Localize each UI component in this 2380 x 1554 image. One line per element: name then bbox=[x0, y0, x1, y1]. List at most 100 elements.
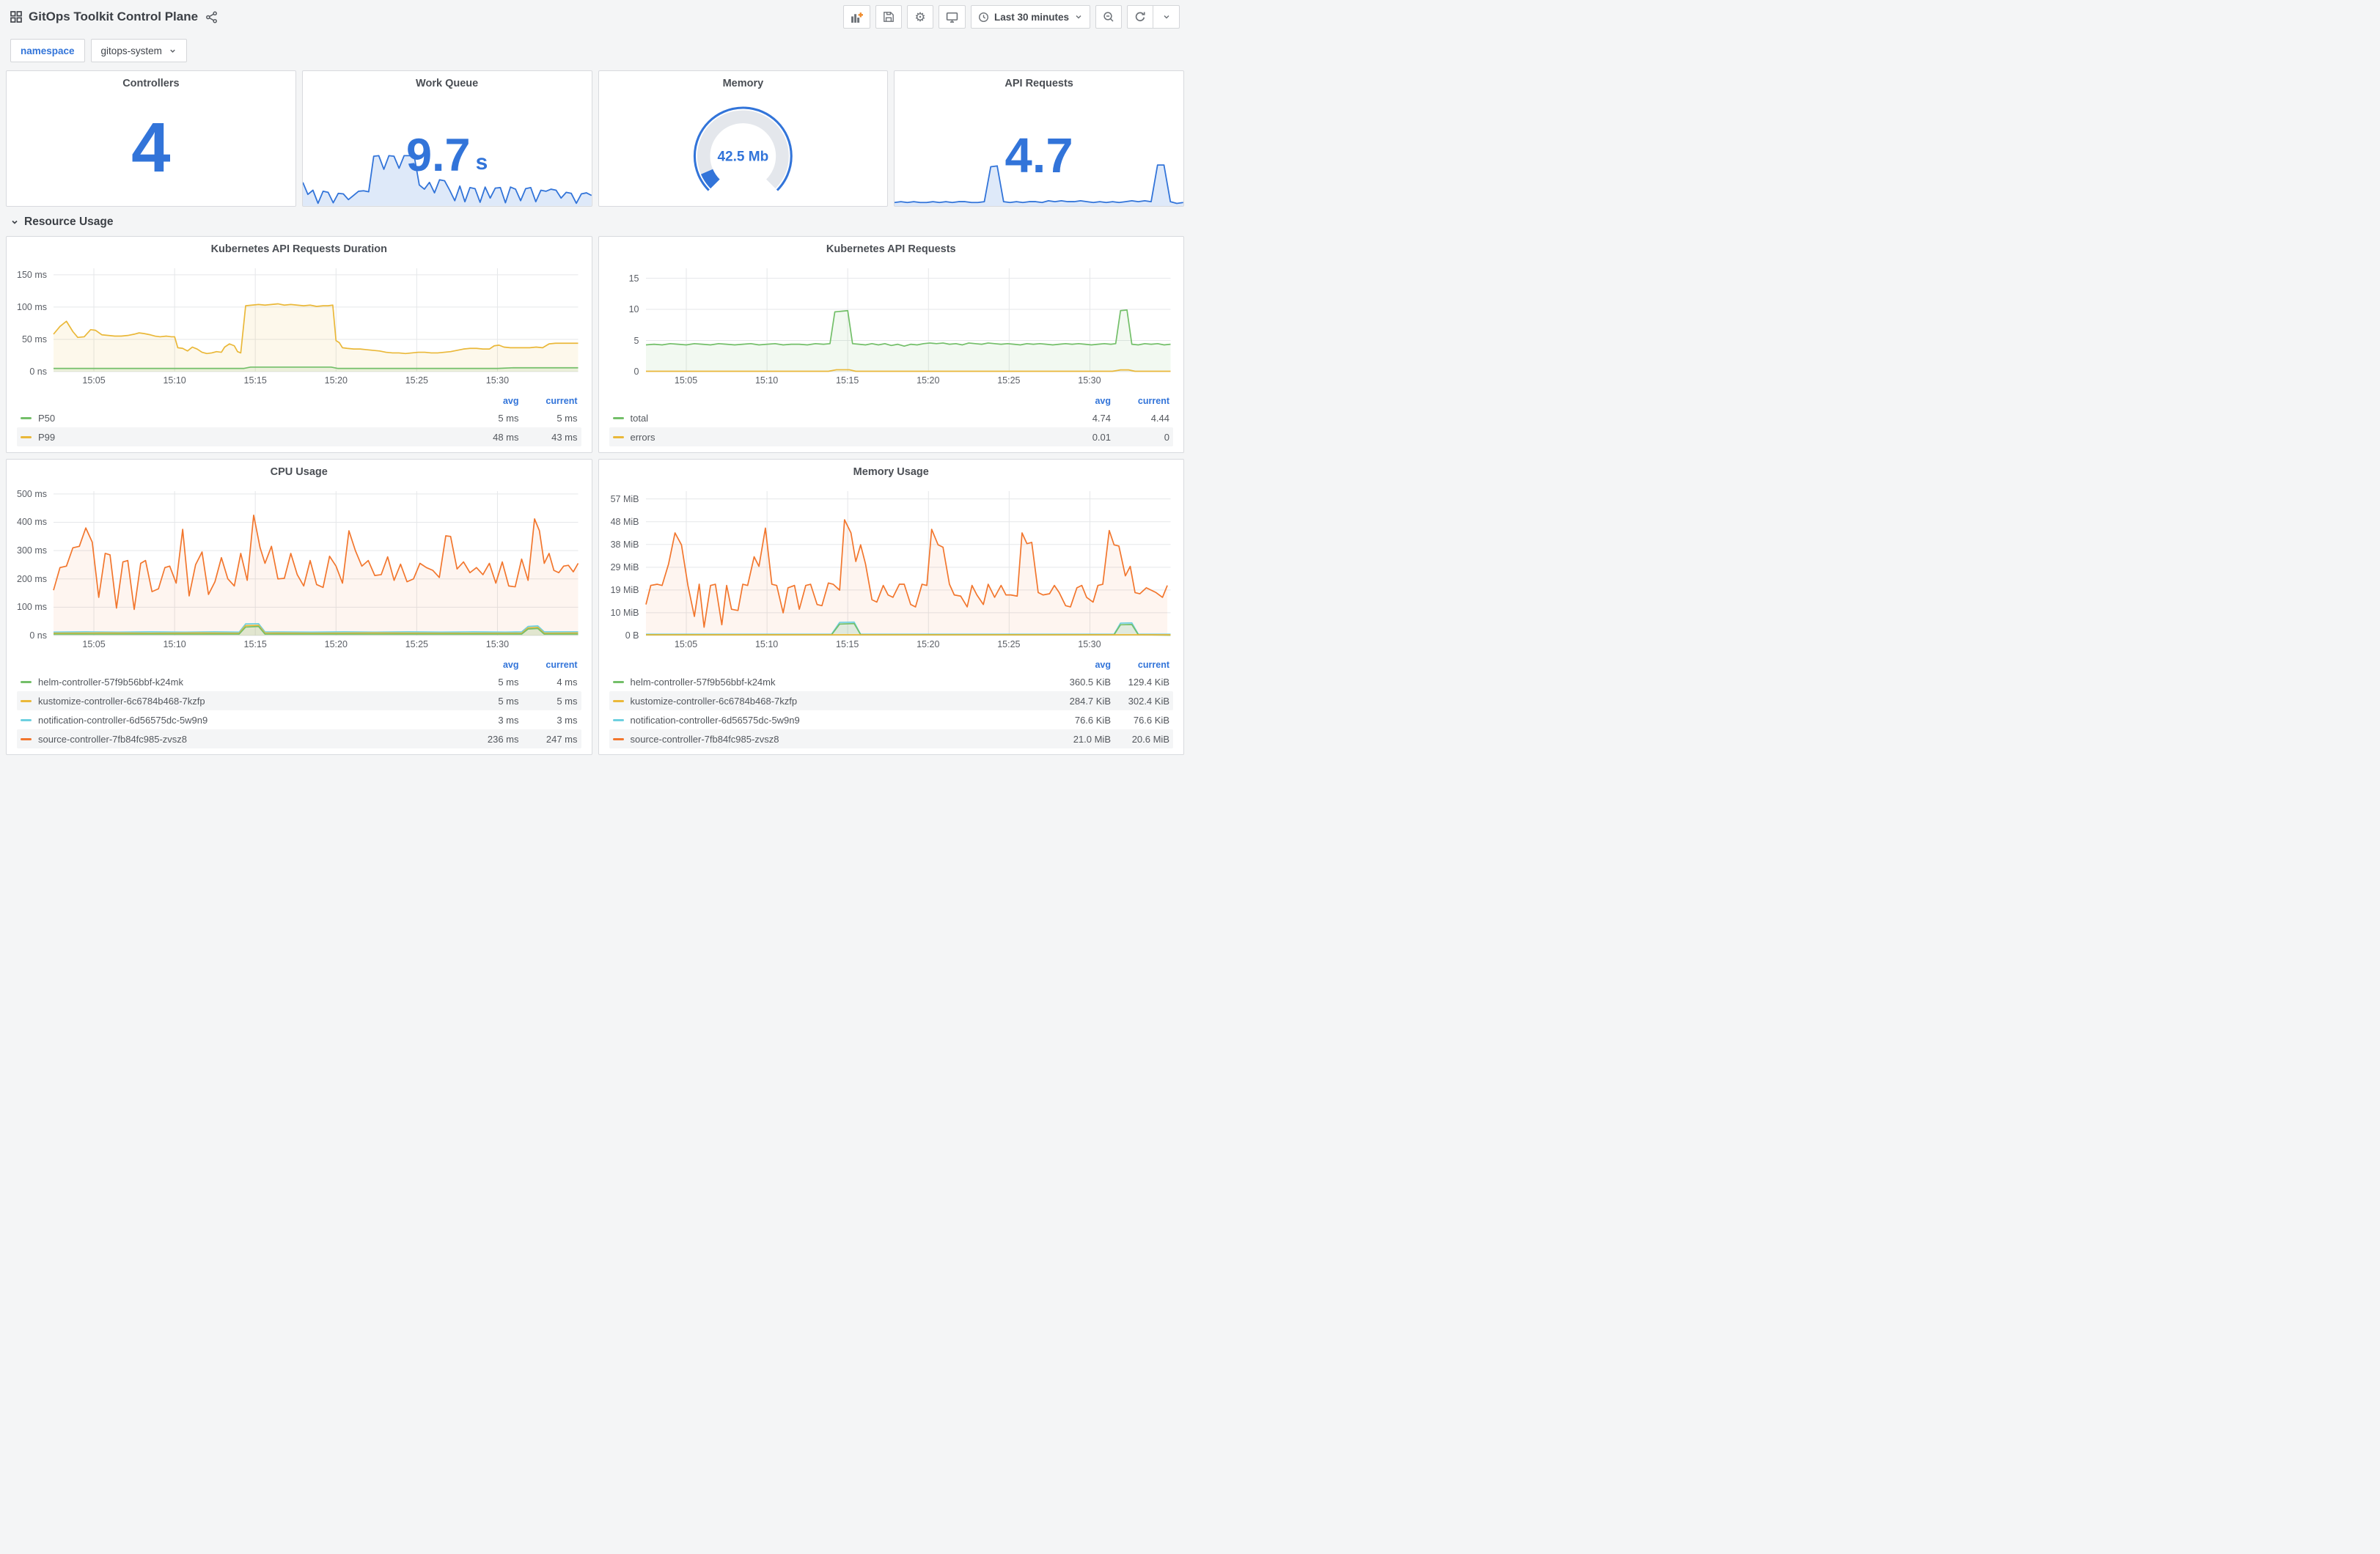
x-tick-label: 15:05 bbox=[674, 375, 698, 386]
legend-series-name[interactable]: notification-controller-6d56575dc-5w9n9 bbox=[631, 715, 1059, 726]
variable-label-namespace: namespace bbox=[10, 39, 85, 62]
dashboard-grid-icon[interactable] bbox=[10, 11, 22, 23]
legend-col-avg[interactable]: avg bbox=[1058, 660, 1111, 670]
stats-row: Controllers 4 Work Queue 9.7 s Memory 42… bbox=[0, 70, 1190, 207]
legend-current-value: 43 ms bbox=[551, 431, 578, 443]
panel-title[interactable]: Memory Usage bbox=[608, 460, 1175, 478]
x-tick-label: 15:25 bbox=[997, 375, 1021, 386]
legend-col-current[interactable]: current bbox=[519, 396, 577, 406]
x-tick-label: 15:15 bbox=[836, 639, 859, 649]
legend-row: source-controller-7fb84fc985-zvsz8 236 ms… bbox=[17, 729, 581, 748]
x-tick-label: 15:05 bbox=[674, 639, 698, 649]
chevron-down-icon bbox=[1163, 15, 1169, 19]
legend-series-name[interactable]: P99 bbox=[38, 432, 466, 443]
legend-series-name[interactable]: helm-controller-57f9b56bbf-k24mk bbox=[38, 677, 466, 688]
x-axis: 15:05 15:10 15:15 15:20 15:25 15:30 bbox=[646, 372, 1171, 387]
variable-value-dropdown[interactable]: gitops-system bbox=[90, 39, 187, 62]
legend-series-name[interactable]: P50 bbox=[38, 413, 466, 424]
legend-header: avg current bbox=[17, 393, 581, 408]
svg-text:42.5 Mb: 42.5 Mb bbox=[718, 150, 769, 165]
x-axis: 15:05 15:10 15:15 15:20 15:25 15:30 bbox=[54, 372, 579, 387]
legend-col-avg[interactable]: avg bbox=[466, 660, 519, 670]
legend-row: total 4.74 4.44 bbox=[609, 408, 1174, 427]
y-tick-label: 150 ms bbox=[17, 269, 47, 280]
page-title: GitOps Toolkit Control Plane bbox=[29, 10, 199, 23]
x-tick-label: 15:25 bbox=[405, 639, 428, 649]
legend-col-avg[interactable]: avg bbox=[466, 396, 519, 406]
panel-title[interactable]: CPU Usage bbox=[15, 460, 583, 478]
legend-series-name[interactable]: source-controller-7fb84fc985-zvsz8 bbox=[631, 734, 1059, 745]
panel-title[interactable]: Memory bbox=[599, 71, 888, 89]
legend-series-name[interactable]: source-controller-7fb84fc985-zvsz8 bbox=[38, 734, 466, 745]
add-panel-button[interactable] bbox=[842, 5, 870, 29]
legend-col-current[interactable]: current bbox=[1111, 660, 1169, 670]
refresh-button[interactable] bbox=[1127, 5, 1153, 29]
legend-col-avg[interactable]: avg bbox=[1058, 396, 1111, 406]
refresh-interval-dropdown[interactable] bbox=[1153, 5, 1180, 29]
dashboard-settings-button[interactable]: ⚙ bbox=[906, 5, 933, 29]
panel-title[interactable]: Controllers bbox=[7, 71, 295, 89]
y-tick-label: 48 MiB bbox=[610, 516, 639, 527]
panel-memory: Memory 42.5 Mb bbox=[598, 70, 889, 207]
legend-avg-value: 236 ms bbox=[487, 733, 519, 745]
zoom-out-button[interactable] bbox=[1095, 5, 1122, 29]
legend-col-current[interactable]: current bbox=[1111, 396, 1169, 406]
legend-series-name[interactable]: notification-controller-6d56575dc-5w9n9 bbox=[38, 715, 466, 726]
series-color-dash bbox=[21, 416, 32, 419]
clock-icon bbox=[978, 12, 988, 22]
save-dashboard-button[interactable] bbox=[875, 5, 902, 29]
legend-current-value: 5 ms bbox=[557, 695, 578, 707]
panel-title[interactable]: API Requests bbox=[895, 71, 1183, 89]
panel-title[interactable]: Kubernetes API Requests bbox=[608, 237, 1175, 255]
chevron-down-icon bbox=[170, 49, 175, 53]
stat-value: 9.7 bbox=[405, 129, 471, 181]
plot-area[interactable]: 0 ns 100 ms 200 ms 300 ms 400 ms 500 ms bbox=[17, 489, 579, 641]
y-tick-label: 0 B bbox=[625, 630, 639, 641]
plot-area[interactable]: 0 B 10 MiB 19 MiB 29 MiB 38 MiB 48 MiB 57 MiB bbox=[611, 491, 1171, 641]
legend-series-name[interactable]: kustomize-controller-6c6784b468-7kzfp bbox=[631, 696, 1059, 707]
legend-current-value: 76.6 KiB bbox=[1133, 714, 1169, 726]
x-tick-label: 15:20 bbox=[324, 375, 348, 386]
panel-api-requests: API Requests 4.7 bbox=[894, 70, 1184, 207]
x-tick-label: 15:30 bbox=[485, 375, 510, 386]
x-tick-label: 15:20 bbox=[917, 375, 940, 386]
panel-title[interactable]: Kubernetes API Requests Duration bbox=[15, 237, 583, 255]
gear-icon: ⚙ bbox=[914, 10, 926, 24]
legend-row: source-controller-7fb84fc985-zvsz8 21.0 M… bbox=[609, 729, 1173, 748]
time-range-picker[interactable]: Last 30 minutes bbox=[970, 5, 1090, 29]
plot-area[interactable]: 0 ns 50 ms 100 ms 150 ms bbox=[17, 268, 579, 377]
legend-avg-value: 360.5 KiB bbox=[1069, 676, 1111, 688]
y-tick-label: 57 MiB bbox=[610, 493, 639, 504]
charts-row-1: Kubernetes API Requests Duration 0 ns 50 … bbox=[0, 230, 1190, 453]
legend-avg-value: 0.01 bbox=[1092, 431, 1111, 443]
y-tick-label: 0 ns bbox=[29, 367, 47, 377]
y-tick-label: 38 MiB bbox=[610, 539, 639, 550]
x-tick-label: 15:25 bbox=[997, 639, 1021, 649]
plot-canvas[interactable] bbox=[54, 268, 579, 372]
y-tick-label: 300 ms bbox=[17, 545, 47, 556]
section-resource-usage[interactable]: Resource Usage bbox=[0, 207, 1190, 230]
plot-canvas[interactable] bbox=[646, 268, 1171, 372]
legend-col-current[interactable]: current bbox=[519, 660, 577, 670]
x-tick-label: 15:30 bbox=[1078, 375, 1101, 386]
series-color-dash bbox=[21, 699, 32, 702]
stat-unit: s bbox=[475, 150, 488, 174]
cycle-view-mode-button[interactable] bbox=[938, 5, 966, 29]
variables-row: namespace gitops-system bbox=[0, 34, 1190, 70]
legend-series-name[interactable]: errors bbox=[631, 432, 1059, 443]
x-tick-label: 15:20 bbox=[917, 639, 940, 649]
legend-series-name[interactable]: kustomize-controller-6c6784b468-7kzfp bbox=[38, 696, 466, 707]
legend-series-name[interactable]: total bbox=[631, 413, 1059, 424]
panel-k8s-api-requests: Kubernetes API Requests 0 5 10 15 15:05 15:1… bbox=[598, 236, 1184, 453]
y-tick-label: 15 bbox=[628, 273, 639, 284]
x-tick-label: 15:15 bbox=[836, 375, 859, 386]
plot-area[interactable]: 0 5 10 15 bbox=[629, 268, 1171, 377]
charts-row-2: CPU Usage 0 ns 100 ms 200 ms 300 ms 400 ms 50… bbox=[0, 453, 1190, 755]
plot-canvas[interactable] bbox=[646, 491, 1171, 636]
plot-canvas[interactable] bbox=[54, 491, 579, 636]
share-icon[interactable] bbox=[205, 11, 218, 23]
panel-title[interactable]: Work Queue bbox=[303, 71, 592, 89]
legend-row: notification-controller-6d56575dc-5w9n9 3… bbox=[17, 710, 581, 729]
legend-series-name[interactable]: helm-controller-57f9b56bbf-k24mk bbox=[631, 677, 1059, 688]
x-tick-label: 15:05 bbox=[82, 375, 106, 386]
